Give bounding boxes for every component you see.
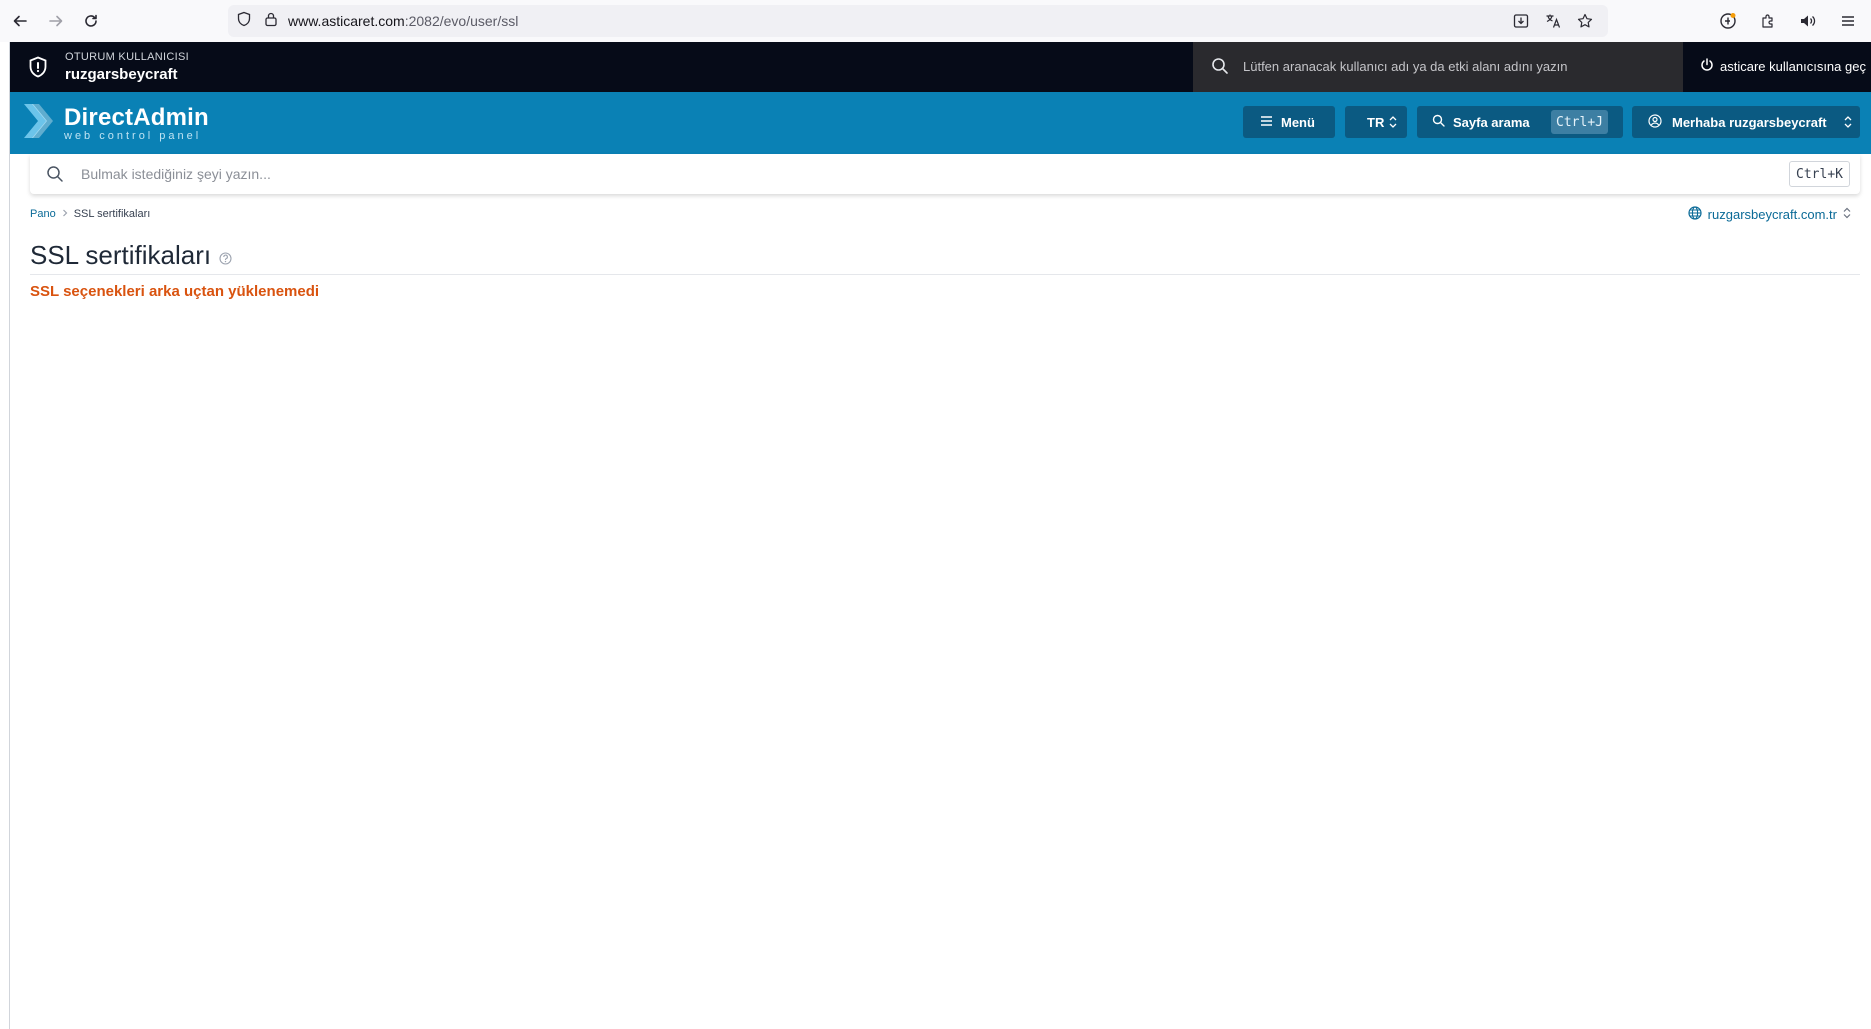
user-circle-icon: [1648, 113, 1662, 131]
help-icon[interactable]: [219, 241, 232, 272]
global-search-placeholder: Bulmak istediğiniz şeyi yazın...: [81, 166, 271, 182]
chevron-right-icon: [62, 208, 68, 220]
translate-icon[interactable]: [1540, 9, 1566, 33]
browser-toolbar: www.asticaret.com:2082/evo/user/ssl: [0, 0, 1871, 42]
title-divider: [30, 274, 1860, 275]
global-search-shortcut: Ctrl+K: [1789, 161, 1850, 187]
language-label: TR: [1367, 114, 1385, 130]
user-menu-button[interactable]: Merhaba ruzgarsbeycraft: [1632, 106, 1860, 138]
session-label: OTURUM KULLANICISI: [65, 51, 189, 63]
forward-icon[interactable]: [38, 3, 74, 39]
download-page-icon[interactable]: [1508, 9, 1534, 33]
language-select[interactable]: TR: [1345, 106, 1407, 138]
search-icon: [1432, 114, 1445, 130]
user-greeting: Merhaba ruzgarsbeycraft: [1672, 114, 1827, 130]
shield-icon: [26, 55, 50, 79]
frame-border: [9, 42, 10, 1029]
account-icon[interactable]: [1711, 4, 1745, 38]
lock-icon[interactable]: [264, 11, 278, 32]
chevron-updown-icon: [1844, 115, 1852, 132]
app-header: DirectAdmin web control panel Menü TR Sa…: [10, 92, 1871, 154]
breadcrumb-home-link[interactable]: Pano: [30, 208, 56, 220]
hamburger-menu-icon[interactable]: [1831, 4, 1865, 38]
extensions-icon[interactable]: [1751, 4, 1785, 38]
switch-user-button[interactable]: asticare kullanıcısına geç: [1700, 58, 1866, 75]
address-bar[interactable]: www.asticaret.com:2082/evo/user/ssl: [228, 5, 1608, 37]
page-title-text: SSL sertifikaları: [30, 239, 212, 270]
back-icon[interactable]: [2, 3, 38, 39]
logo-subtitle: web control panel: [64, 129, 202, 142]
chevron-updown-icon: [1843, 207, 1851, 222]
session-username: ruzgarsbeycraft: [65, 66, 178, 83]
directadmin-logo[interactable]: DirectAdmin web control panel: [20, 100, 209, 147]
logo-title: DirectAdmin: [64, 103, 209, 131]
search-icon: [1211, 57, 1229, 80]
menu-icon: [1260, 115, 1273, 130]
page-title: SSL sertifikaları: [30, 238, 232, 272]
reload-icon[interactable]: [73, 3, 109, 39]
chevron-updown-icon: [1389, 115, 1397, 132]
directadmin-chevron-icon: [20, 100, 56, 147]
session-bar: OTURUM KULLANICISI ruzgarsbeycraft Lütfe…: [10, 42, 1871, 92]
user-search-placeholder: Lütfen aranacak kullanıcı adı ya da etki…: [1243, 59, 1568, 74]
page-search-label: Sayfa arama: [1453, 114, 1530, 130]
page-search-shortcut: Ctrl+J: [1551, 110, 1608, 134]
page-search-button[interactable]: Sayfa arama Ctrl+J: [1417, 106, 1623, 138]
switch-user-label: asticare kullanıcısına geç: [1720, 59, 1866, 74]
bookmark-star-icon[interactable]: [1572, 9, 1598, 33]
domain-label: ruzgarsbeycraft.com.tr: [1707, 207, 1837, 222]
tracking-shield-icon[interactable]: [236, 11, 252, 32]
error-message: SSL seçenekleri arka uçtan yüklenemedi: [30, 283, 320, 300]
url-text[interactable]: www.asticaret.com:2082/evo/user/ssl: [288, 13, 518, 29]
power-icon: [1700, 58, 1714, 75]
search-icon: [46, 165, 64, 188]
breadcrumb-current: SSL sertifikaları: [73, 208, 151, 220]
domain-select[interactable]: ruzgarsbeycraft.com.tr: [1688, 206, 1851, 223]
globe-icon: [1688, 206, 1702, 223]
breadcrumb: Pano SSL sertifikaları: [30, 208, 150, 220]
speaker-icon[interactable]: [1791, 4, 1825, 38]
global-search-input[interactable]: Bulmak istediğiniz şeyi yazın... Ctrl+K: [30, 154, 1860, 194]
menu-label: Menü: [1281, 114, 1315, 130]
user-search-input[interactable]: Lütfen aranacak kullanıcı adı ya da etki…: [1193, 42, 1683, 92]
menu-button[interactable]: Menü: [1243, 106, 1335, 138]
